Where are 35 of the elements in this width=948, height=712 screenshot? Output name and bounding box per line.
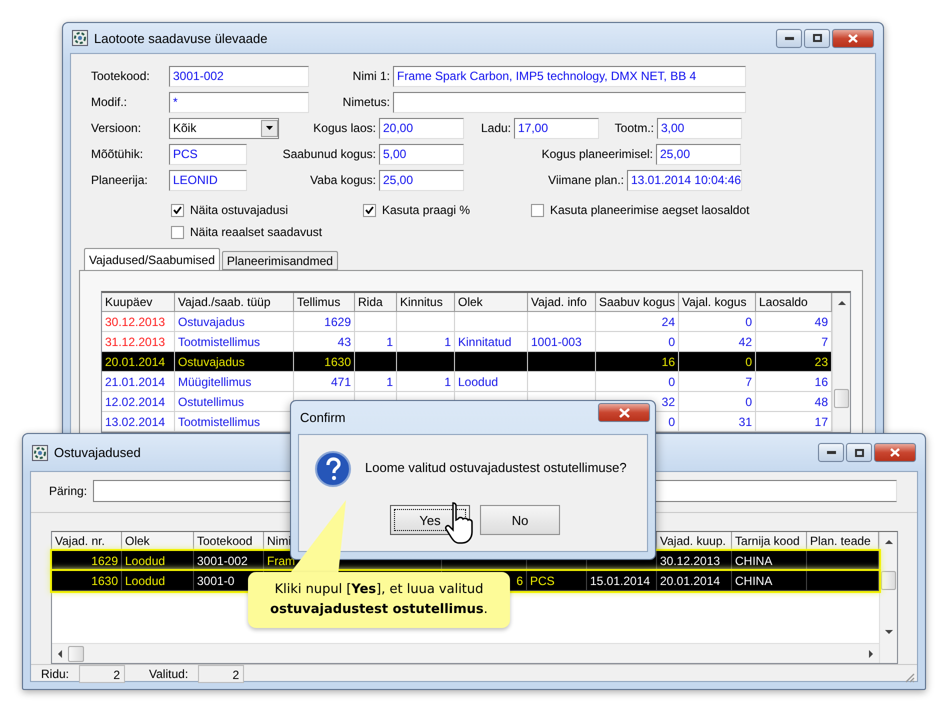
field-label: Tootekood:	[91, 69, 151, 83]
status-value: 2	[198, 665, 244, 683]
table-cell: 15.01.2014	[587, 571, 657, 591]
table-cell: PCS	[527, 571, 587, 591]
field-label: Modif.:	[91, 95, 128, 109]
window-title: Ostuvajadused	[54, 445, 142, 460]
field-label: Kogus laos:	[312, 121, 377, 135]
field-label: Mõõtühik:	[91, 147, 144, 161]
field-label: Tootm.:	[614, 121, 655, 135]
table-cell: CHINA	[732, 571, 807, 591]
dialog-message: Loome valitud ostuvajadustest ostutellimuse?	[365, 460, 627, 475]
field-label: Versioon:	[91, 121, 142, 135]
table-cell: 31	[679, 412, 756, 432]
table-cell: 20.01.2014	[657, 571, 732, 591]
field-label: Nimetus:	[342, 95, 391, 109]
table-cell: 13.02.2014	[102, 412, 175, 432]
field-label: Päring:	[49, 484, 88, 498]
field-label: Saabunud kogus:	[282, 147, 377, 161]
field-label: Kogus planeerimisel:	[540, 147, 654, 161]
field-label: Planeerija:	[91, 173, 149, 187]
table-cell: 1630	[52, 571, 122, 591]
checkbox-label: Näita ostuvajadusi	[190, 203, 288, 217]
checkbox-label: Kasuta planeerimise aegset laosaldot	[550, 203, 750, 217]
checkbox-label: Kasuta praagi %	[382, 203, 470, 217]
table-cell: Loodud	[122, 571, 194, 591]
status-label: Valitud:	[149, 667, 188, 681]
field-label: Vaba kogus:	[309, 173, 377, 187]
status-value: 2	[79, 665, 126, 683]
window-title: Laotoote saadavuse ülevaade	[94, 30, 268, 46]
field-label: Viimane plan.:	[547, 173, 625, 187]
field-label: Ladu:	[480, 121, 512, 135]
dialog-title: Confirm	[300, 410, 347, 425]
status-label: Ridu:	[41, 667, 70, 681]
checkbox-label: Näita reaalset saadavust	[190, 225, 322, 239]
field-label: Nimi 1:	[352, 69, 391, 83]
